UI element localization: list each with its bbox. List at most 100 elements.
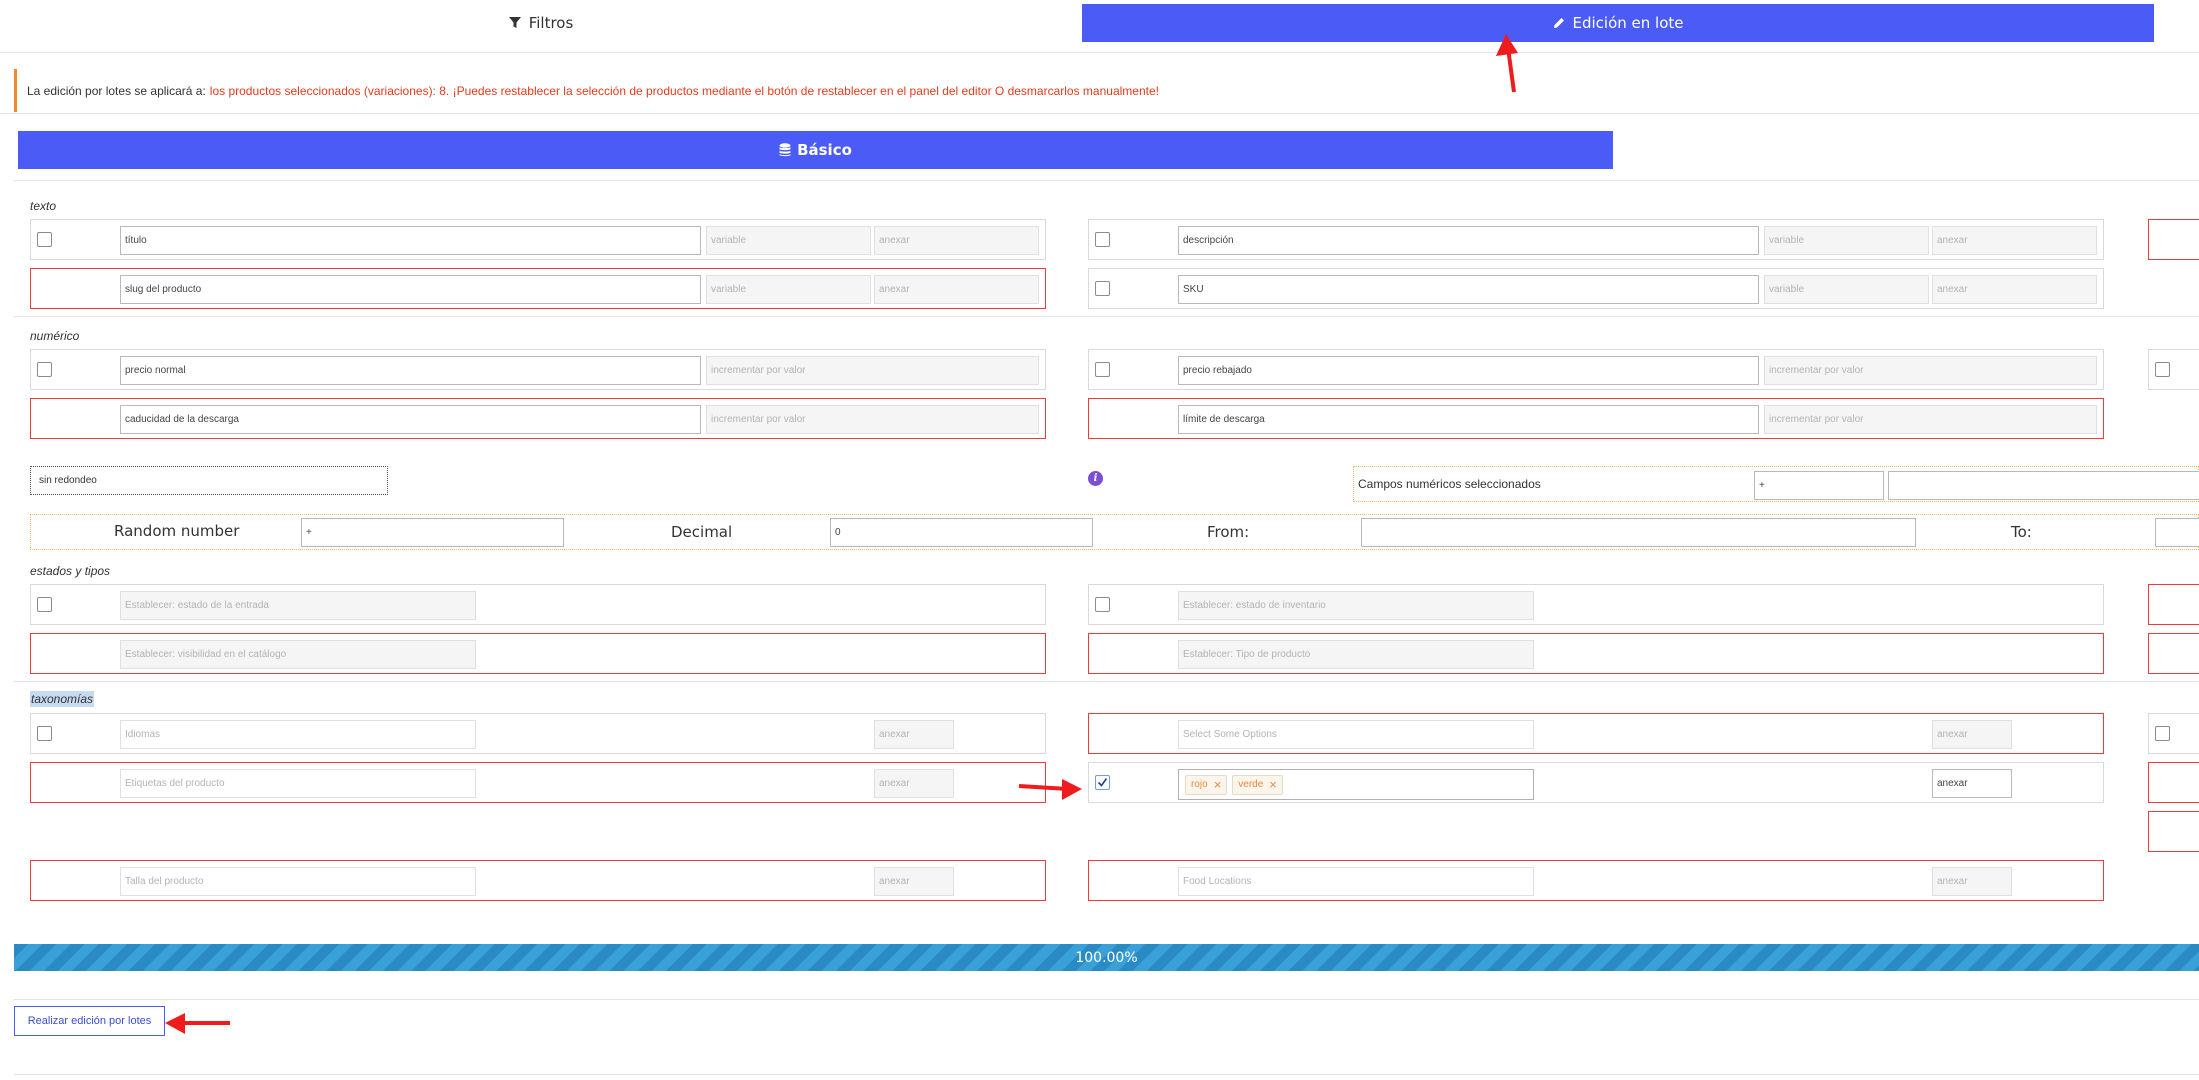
field-row-attribute-tags: rojo × verde × anexar (1088, 762, 2104, 803)
download-limit-increment-input[interactable]: incrementar por valor (1764, 405, 2097, 434)
cutoff-checkbox[interactable] (2155, 726, 2170, 741)
tag-remove-icon[interactable]: × (1269, 777, 1277, 792)
divider (14, 999, 2199, 1000)
divider (14, 1074, 2199, 1075)
languages-checkbox[interactable] (37, 726, 52, 741)
field-row-cutoff (2148, 584, 2199, 625)
random-operator-select[interactable]: + (301, 518, 564, 547)
description-variable-input[interactable]: variable (1764, 226, 1929, 255)
regular-price-checkbox[interactable] (37, 362, 52, 377)
to-input[interactable] (2155, 518, 2199, 547)
basic-section-label: Básico (797, 141, 852, 159)
select-options-select[interactable]: Select Some Options (1178, 720, 1534, 749)
food-locations-select[interactable]: Food Locations (1178, 867, 1534, 896)
field-row-product-tags: Etiquetas del producto anexar (30, 762, 1046, 803)
divider (14, 316, 2199, 317)
field-row-cutoff (2148, 633, 2199, 674)
perform-batch-edit-button[interactable]: Realizar edición por lotes (14, 1006, 165, 1036)
filter-icon (508, 17, 521, 28)
catalog-visibility-select[interactable]: Establecer: visibilidad en el catálogo (120, 640, 476, 669)
pencil-icon (1553, 18, 1564, 28)
field-row-cutoff (2148, 811, 2199, 852)
field-row-title: título variable anexar (30, 219, 1046, 260)
languages-append-select[interactable]: anexar (874, 720, 954, 749)
numeric-operator-select[interactable]: + (1754, 471, 1884, 500)
from-label: From: (1207, 523, 1250, 541)
numeric-value-input[interactable] (1888, 471, 2199, 500)
field-row-languages: Idiomas anexar (30, 713, 1046, 754)
stock-status-checkbox[interactable] (1095, 597, 1110, 612)
decimal-input[interactable]: 0 (830, 518, 1093, 547)
post-status-select[interactable]: Establecer: estado de la entrada (120, 591, 476, 620)
tag-remove-icon[interactable]: × (1214, 777, 1222, 792)
field-row-post-status: Establecer: estado de la entrada (30, 584, 1046, 625)
divider (0, 52, 2199, 53)
product-tags-select[interactable]: Etiquetas del producto (120, 769, 476, 798)
sku-append-input[interactable]: anexar (1932, 275, 2097, 304)
regular-price-increment-input[interactable]: incrementar por valor (706, 356, 1039, 385)
numeric-selection-box: Campos numéricos seleccionados + (1353, 466, 2199, 502)
slug-input[interactable]: slug del producto (120, 275, 701, 304)
sale-price-increment-input[interactable]: incrementar por valor (1764, 356, 2097, 385)
sale-price-input[interactable]: precio rebajado (1178, 356, 1759, 385)
post-status-checkbox[interactable] (37, 597, 52, 612)
sku-checkbox[interactable] (1095, 281, 1110, 296)
field-row-cutoff (2148, 762, 2199, 803)
download-limit-input[interactable]: límite de descarga (1178, 405, 1759, 434)
select-options-append-select[interactable]: anexar (1932, 720, 2012, 749)
sku-variable-input[interactable]: variable (1764, 275, 1929, 304)
field-row-catalog-visibility: Establecer: visibilidad en el catálogo (30, 633, 1046, 674)
field-row-cutoff (2148, 219, 2199, 260)
sale-price-checkbox[interactable] (1095, 362, 1110, 377)
product-type-select[interactable]: Establecer: Tipo de producto (1178, 640, 1534, 669)
section-title-taxonomies: taxonomías (30, 691, 95, 707)
food-locations-append-select[interactable]: anexar (1932, 867, 2012, 896)
slug-variable-input[interactable]: variable (706, 275, 871, 304)
batch-notice: La edición por lotes se aplicará a: los … (14, 69, 2199, 112)
tab-filters[interactable]: Filtros (0, 4, 1082, 42)
notice-message: los productos seleccionados (variaciones… (209, 83, 1159, 98)
field-row-food-locations: Food Locations anexar (1088, 860, 2104, 901)
download-expiry-increment-input[interactable]: incrementar por valor (706, 405, 1039, 434)
regular-price-input[interactable]: precio normal (120, 356, 701, 385)
attribute-tags-append-select[interactable]: anexar (1932, 769, 2012, 798)
languages-select[interactable]: Idiomas (120, 720, 476, 749)
basic-section-button[interactable]: Básico (18, 131, 1613, 169)
field-row-download-limit: límite de descarga incrementar por valor (1088, 398, 2104, 439)
arrow-annotation (165, 1013, 230, 1034)
title-checkbox[interactable] (37, 232, 52, 247)
product-tags-append-select[interactable]: anexar (874, 769, 954, 798)
sku-input[interactable]: SKU (1178, 275, 1759, 304)
slug-append-input[interactable]: anexar (874, 275, 1039, 304)
notice-prefix: La edición por lotes se aplicará a: (27, 83, 206, 98)
title-append-input[interactable]: anexar (874, 226, 1039, 255)
divider (14, 681, 2199, 682)
progress-label: 100.00% (1075, 949, 1138, 966)
tag-chip-label: verde (1238, 779, 1264, 790)
rounding-select[interactable]: sin redondeo (30, 466, 388, 495)
download-expiry-input[interactable]: caducidad de la descarga (120, 405, 701, 434)
attribute-tags-multiselect[interactable]: rojo × verde × (1178, 769, 1534, 800)
attribute-tags-checkbox[interactable] (1095, 775, 1110, 790)
title-variable-input[interactable]: variable (706, 226, 871, 255)
tab-batch-edit[interactable]: Edición en lote (1082, 4, 2154, 42)
cutoff-checkbox[interactable] (2155, 362, 2170, 377)
field-row-select-options: Select Some Options anexar (1088, 713, 2104, 754)
field-row-product-type: Establecer: Tipo de producto (1088, 633, 2104, 674)
from-input[interactable] (1361, 518, 1916, 547)
progress-bar: 100.00% (14, 944, 2199, 971)
product-size-select[interactable]: Talla del producto (120, 867, 476, 896)
tab-batch-label: Edición en lote (1572, 14, 1684, 32)
product-size-append-select[interactable]: anexar (874, 867, 954, 896)
field-row-description: descripción variable anexar (1088, 219, 2104, 260)
database-icon (779, 143, 791, 157)
description-input[interactable]: descripción (1178, 226, 1759, 255)
tag-chip-label: rojo (1191, 779, 1208, 790)
section-title-numeric: numérico (30, 329, 80, 343)
info-icon[interactable]: i (1088, 471, 1103, 486)
description-append-input[interactable]: anexar (1932, 226, 2097, 255)
title-input[interactable]: título (120, 226, 701, 255)
description-checkbox[interactable] (1095, 232, 1110, 247)
stock-status-select[interactable]: Establecer: estado de inventario (1178, 591, 1534, 620)
field-row-stock-status: Establecer: estado de inventario (1088, 584, 2104, 625)
